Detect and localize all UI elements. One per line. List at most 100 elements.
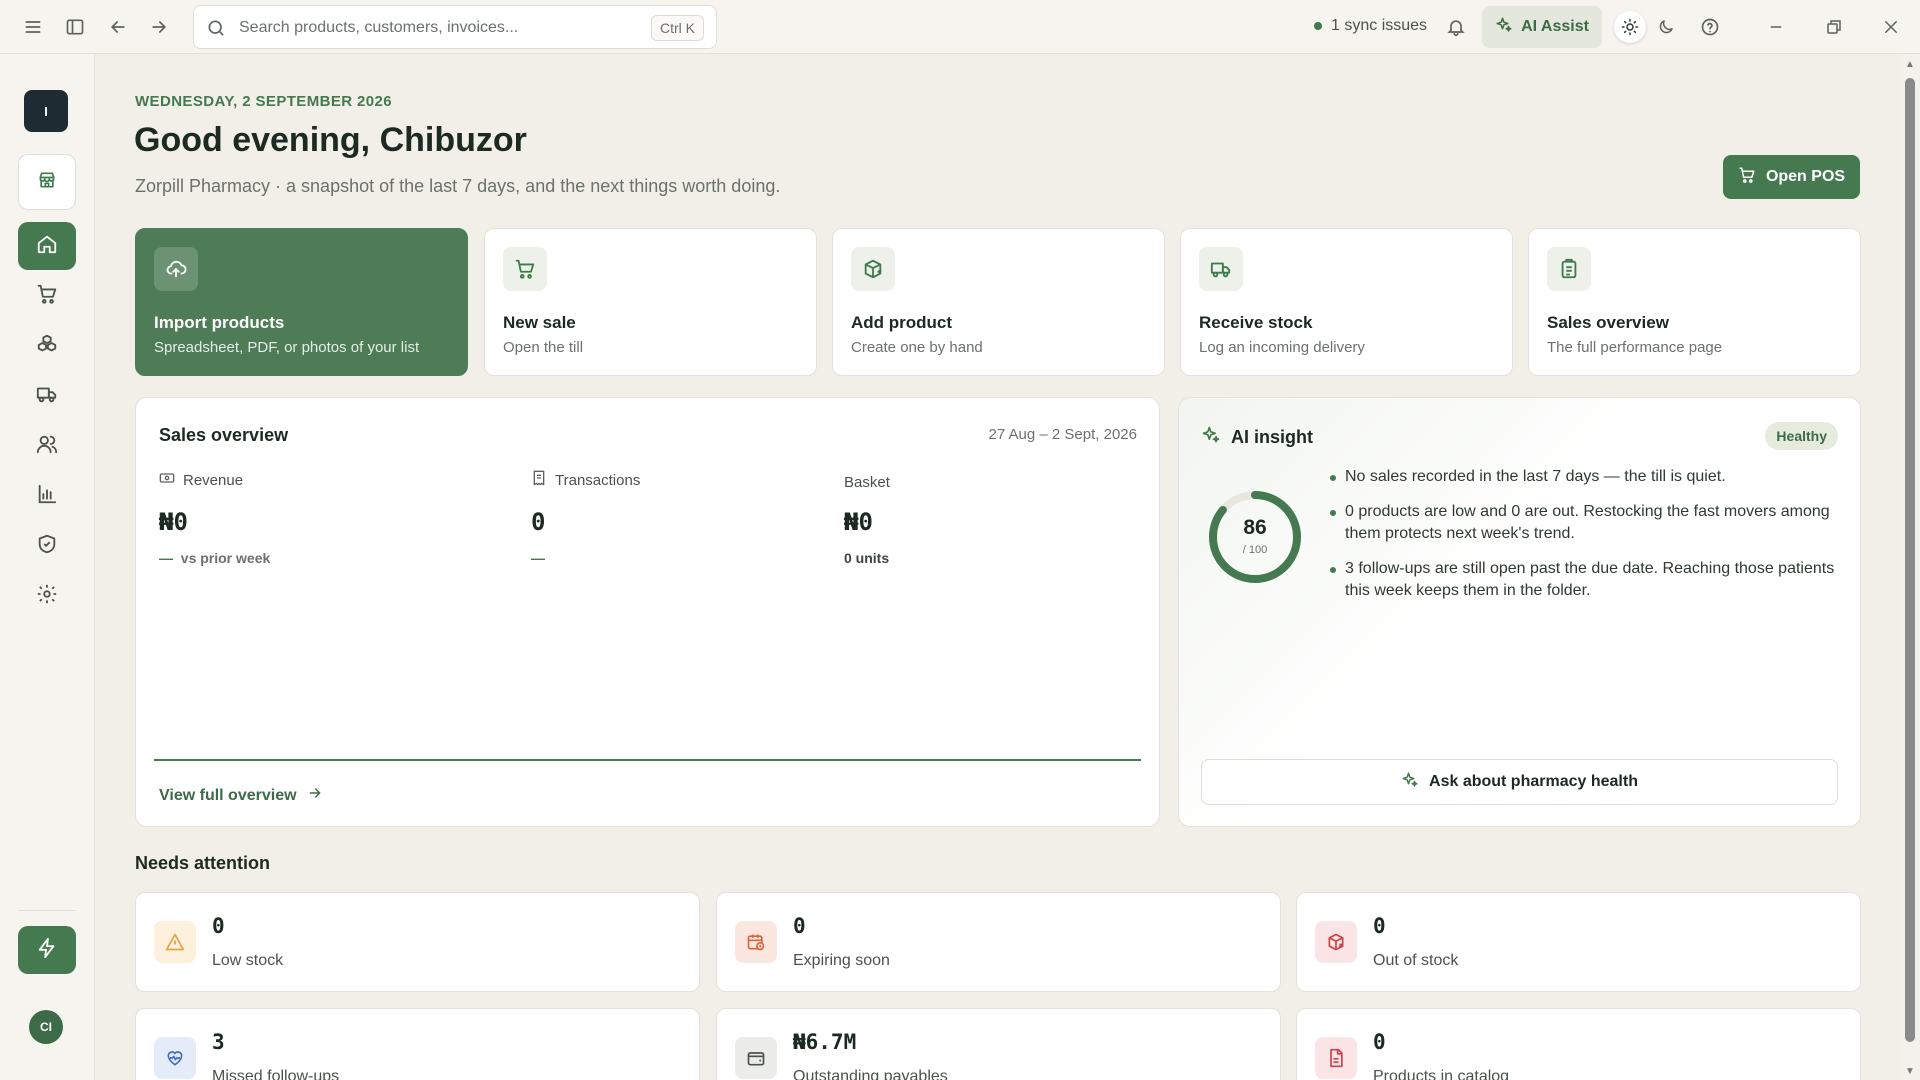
quick-action-subtitle: Create one by hand (851, 339, 983, 356)
needs-attention-title: Needs attention (135, 853, 271, 873)
page-title: Good evening, Chibuzor (134, 121, 527, 159)
health-score-gauge: 86 / 100 (1207, 489, 1303, 585)
calendar-clock-icon (735, 921, 777, 963)
menu-icon[interactable] (21, 15, 45, 39)
attention-value: 0 (1373, 914, 1386, 938)
insight-list: No sales recorded in the last 7 days — t… (1329, 466, 1839, 615)
quick-action-title: Import products (154, 313, 285, 332)
view-full-overview-link[interactable]: View full overview (159, 785, 323, 806)
package-plus-icon (851, 247, 895, 291)
nav-customers[interactable] (18, 422, 76, 470)
warning-icon (154, 921, 196, 963)
workspace-badge[interactable]: I (24, 90, 68, 132)
minimize-icon[interactable] (1764, 15, 1788, 39)
nav-sales[interactable] (18, 272, 76, 320)
cart-icon (503, 247, 547, 291)
store-icon (37, 170, 57, 195)
sync-dot-icon (1314, 22, 1322, 30)
status-badge: Healthy (1765, 422, 1838, 450)
quick-action-subtitle: Spreadsheet, PDF, or photos of your list (154, 339, 420, 356)
missed-follow-ups-card[interactable]: 3 Missed follow-ups (135, 1008, 700, 1080)
quick-action-title: Receive stock (1199, 313, 1313, 332)
cash-icon (159, 470, 175, 490)
outstanding-payables-card[interactable]: ₦6.7M Outstanding payables (716, 1008, 1281, 1080)
metric-value: 0 (531, 508, 546, 536)
receive-stock-card[interactable]: Receive stock Log an incoming delivery (1180, 228, 1513, 376)
receipt-icon (531, 470, 547, 490)
metric-change: — (159, 550, 173, 566)
nav-compliance[interactable] (18, 522, 76, 570)
sparkles-icon (1401, 771, 1419, 794)
moon-icon[interactable] (1650, 11, 1682, 43)
quick-action-subtitle: The full performance page (1547, 339, 1723, 356)
left-rail: I CI (0, 54, 95, 1080)
title-bar: Search products, customers, invoices... … (0, 0, 1920, 54)
metric-label: Revenue (183, 471, 244, 489)
revenue-metric: Revenue ₦0 — vs prior week (159, 470, 270, 567)
cart-icon (1738, 166, 1756, 189)
metric-label: Basket (844, 473, 890, 491)
nav-deliveries[interactable] (18, 372, 76, 420)
ai-assist-button[interactable]: AI Assist (1482, 6, 1602, 48)
ai-assist-label: AI Assist (1521, 18, 1589, 35)
clipboard-icon (1547, 247, 1591, 291)
insight-item: No sales recorded in the last 7 days — t… (1329, 466, 1839, 488)
rail-divider (18, 910, 76, 911)
sun-icon[interactable] (1614, 11, 1646, 43)
insight-item: 0 products are low and 0 are out. Restoc… (1329, 501, 1839, 545)
search-icon (206, 18, 226, 43)
import-products-card[interactable]: Import products Spreadsheet, PDF, or pho… (135, 228, 468, 376)
quick-action-title: New sale (503, 313, 576, 332)
metric-change: — (531, 550, 545, 566)
scroll-down-icon[interactable]: ▼ (1905, 1066, 1915, 1077)
avatar[interactable]: CI (29, 1010, 63, 1044)
sparkles-icon (1495, 16, 1513, 39)
view-full-overview-label: View full overview (159, 786, 297, 804)
forward-arrow-icon[interactable] (147, 15, 171, 39)
attention-value: 3 (212, 1030, 225, 1054)
attention-value: ₦6.7M (793, 1030, 857, 1054)
arrow-right-icon (307, 785, 323, 806)
nav-reports[interactable] (18, 472, 76, 520)
sales-overview-card[interactable]: Sales overview The full performance page (1528, 228, 1861, 376)
package-x-icon (1315, 921, 1357, 963)
sync-status[interactable]: 1 sync issues (1314, 17, 1427, 35)
metric-value: ₦0 (844, 508, 873, 536)
back-arrow-icon[interactable] (106, 15, 130, 39)
scroll-up-icon[interactable]: ▲ (1905, 59, 1915, 70)
out-of-stock-card[interactable]: 0 Out of stock (1296, 892, 1861, 992)
scrollbar[interactable]: ▲ ▼ (1900, 54, 1920, 1080)
boxes-icon (36, 333, 58, 360)
new-sale-card[interactable]: New sale Open the till (484, 228, 817, 376)
expiring-soon-card[interactable]: 0 Expiring soon (716, 892, 1281, 992)
help-icon[interactable] (1698, 15, 1722, 39)
ask-pharmacy-health-button[interactable]: Ask about pharmacy health (1201, 759, 1838, 805)
theme-toggle[interactable] (1612, 9, 1684, 45)
scroll-thumb[interactable] (1905, 78, 1915, 1042)
nav-settings[interactable] (18, 572, 76, 620)
quick-action-subtitle: Open the till (503, 339, 584, 356)
page-subtitle: Zorpill Pharmacy · a snapshot of the las… (135, 176, 781, 196)
add-product-card[interactable]: Add product Create one by hand (832, 228, 1165, 376)
nav-inventory[interactable] (18, 322, 76, 370)
search-input[interactable]: Search products, customers, invoices... (239, 19, 518, 37)
search-shortcut: Ctrl K (651, 15, 704, 41)
cart-icon (36, 283, 58, 310)
low-stock-card[interactable]: 0 Low stock (135, 892, 700, 992)
search-bar[interactable]: Search products, customers, invoices... … (193, 5, 717, 49)
open-pos-button[interactable]: Open POS (1723, 155, 1860, 199)
close-icon[interactable] (1879, 15, 1903, 39)
quick-action-subtitle: Log an incoming delivery (1199, 339, 1365, 356)
nav-home[interactable] (18, 222, 76, 270)
truck-icon (36, 383, 58, 410)
store-button[interactable] (18, 154, 76, 210)
wallet-icon (735, 1037, 777, 1079)
bar-chart-icon (36, 483, 58, 510)
products-in-catalog-card[interactable]: 0 Products in catalog (1296, 1008, 1861, 1080)
attention-label: Low stock (212, 952, 284, 969)
quick-actions-button[interactable] (18, 926, 76, 974)
bell-icon[interactable] (1444, 15, 1468, 39)
restore-icon[interactable] (1822, 15, 1846, 39)
metric-value: ₦0 (159, 508, 188, 536)
sidebar-toggle-icon[interactable] (63, 15, 87, 39)
